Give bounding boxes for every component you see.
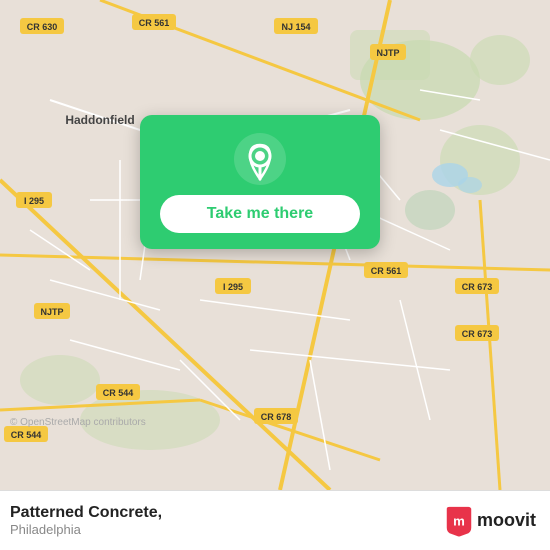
- moovit-text: moovit: [477, 510, 536, 531]
- svg-text:CR 544: CR 544: [11, 430, 42, 440]
- svg-text:NJTP: NJTP: [40, 307, 63, 317]
- svg-text:CR 678: CR 678: [261, 412, 292, 422]
- svg-text:I 295: I 295: [223, 282, 243, 292]
- svg-text:NJ 154: NJ 154: [281, 22, 310, 32]
- place-subtitle: Philadelphia: [10, 522, 162, 537]
- moovit-icon: m: [445, 505, 473, 537]
- svg-text:I 295: I 295: [24, 196, 44, 206]
- svg-text:CR 630: CR 630: [27, 22, 58, 32]
- navigation-card: Take me there: [140, 115, 380, 249]
- svg-text:CR 544: CR 544: [103, 388, 134, 398]
- svg-text:CR 673: CR 673: [462, 282, 493, 292]
- svg-text:m: m: [453, 513, 465, 528]
- svg-text:CR 561: CR 561: [139, 18, 170, 28]
- svg-text:Haddonfield: Haddonfield: [65, 113, 134, 127]
- bottom-bar: Patterned Concrete, Philadelphia m moovi…: [0, 490, 550, 550]
- location-pin-icon: [234, 133, 286, 185]
- map-container: CR 630 CR 561 NJ 154 NJTP I 295 I 295 NJ…: [0, 0, 550, 490]
- place-info: Patterned Concrete, Philadelphia: [10, 504, 162, 537]
- take-me-there-button[interactable]: Take me there: [160, 195, 360, 233]
- moovit-logo: m moovit: [445, 505, 536, 537]
- svg-text:CR 561: CR 561: [371, 266, 402, 276]
- map-copyright: © OpenStreetMap contributors: [10, 417, 146, 428]
- place-title: Patterned Concrete,: [10, 504, 162, 522]
- svg-text:CR 673: CR 673: [462, 329, 493, 339]
- svg-text:NJTP: NJTP: [376, 48, 399, 58]
